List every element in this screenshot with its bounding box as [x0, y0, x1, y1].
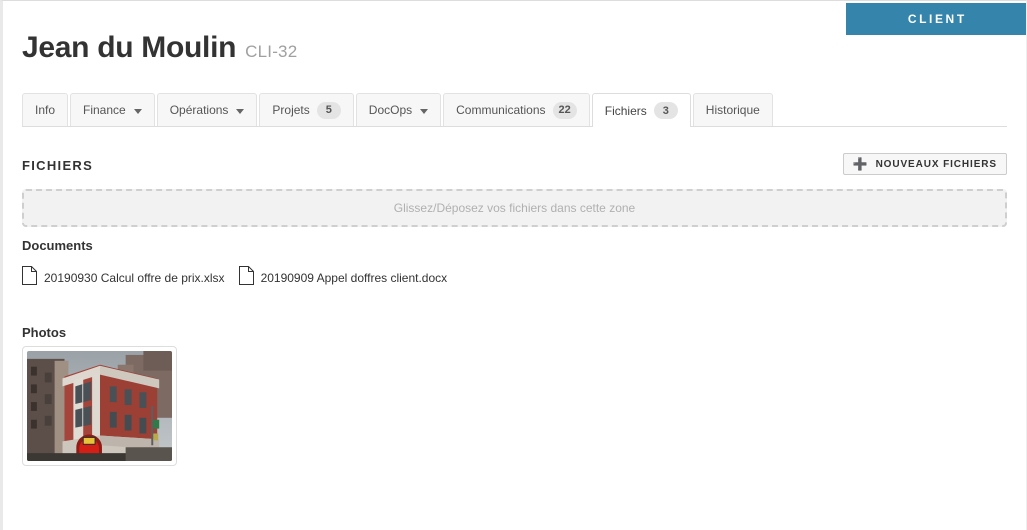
tab-label: Info: [35, 103, 56, 117]
plus-icon: ➕: [852, 157, 869, 171]
tab-bar: Info Finance Opérations Projets 5 DocOps…: [22, 93, 1007, 127]
tab-docops[interactable]: DocOps: [355, 93, 442, 126]
tab-label: DocOps: [368, 103, 413, 117]
tab-historique[interactable]: Historique: [692, 93, 773, 126]
file-icon: [238, 266, 254, 290]
client-name: Jean du Moulin: [22, 31, 237, 64]
photos-list: [22, 346, 177, 466]
tab-count-badge: 22: [552, 101, 577, 119]
chevron-down-icon: [236, 108, 245, 114]
photo-thumbnail: [27, 351, 172, 461]
chevron-down-icon: [420, 108, 429, 114]
dropzone-text: Glissez/Déposez vos fichiers dans cette …: [393, 201, 636, 215]
file-name: 20190909 Appel doffres client.docx: [260, 271, 448, 285]
chevron-down-icon: [133, 108, 142, 114]
client-file-page: CLIENT Jean du Moulin CLI-32 Info Financ…: [0, 0, 1027, 530]
tab-fichiers[interactable]: Fichiers 3: [591, 93, 691, 127]
section-header: FICHIERS ➕ NOUVEAUX FICHIERS: [22, 153, 1007, 180]
list-item[interactable]: [22, 346, 177, 466]
new-files-label: NOUVEAUX FICHIERS: [875, 158, 997, 170]
tab-projets[interactable]: Projets 5: [259, 93, 354, 126]
status-badge: CLIENT: [846, 3, 1026, 35]
tab-label: Projets: [272, 103, 310, 117]
tab-label: Fichiers: [604, 103, 647, 118]
tab-label: Opérations: [169, 103, 229, 117]
new-files-button[interactable]: ➕ NOUVEAUX FICHIERS: [842, 153, 1007, 175]
tab-info[interactable]: Info: [22, 93, 69, 126]
file-dropzone[interactable]: Glissez/Déposez vos fichiers dans cette …: [22, 189, 1007, 227]
tab-count-badge: 5: [316, 101, 341, 119]
section-title: FICHIERS: [22, 158, 94, 173]
tab-label: Historique: [705, 103, 760, 117]
file-icon: [22, 266, 37, 290]
tab-communications[interactable]: Communications 22: [443, 93, 590, 126]
tab-operations[interactable]: Opérations: [156, 93, 258, 126]
page-title: Jean du Moulin CLI-32: [22, 31, 297, 65]
tab-label: Finance: [83, 103, 126, 117]
client-reference: CLI-32: [245, 42, 298, 61]
photos-heading: Photos: [22, 325, 67, 340]
list-item[interactable]: 20190930 Calcul offre de prix.xlsx: [22, 266, 225, 290]
tab-finance[interactable]: Finance: [70, 93, 155, 126]
documents-heading: Documents: [22, 238, 93, 253]
tab-count-badge: 3: [653, 102, 678, 119]
tab-label: Communications: [456, 103, 546, 117]
list-item[interactable]: 20190909 Appel doffres client.docx: [238, 266, 448, 290]
documents-list: 20190930 Calcul offre de prix.xlsx 20190…: [22, 266, 447, 290]
file-name: 20190930 Calcul offre de prix.xlsx: [44, 271, 225, 285]
